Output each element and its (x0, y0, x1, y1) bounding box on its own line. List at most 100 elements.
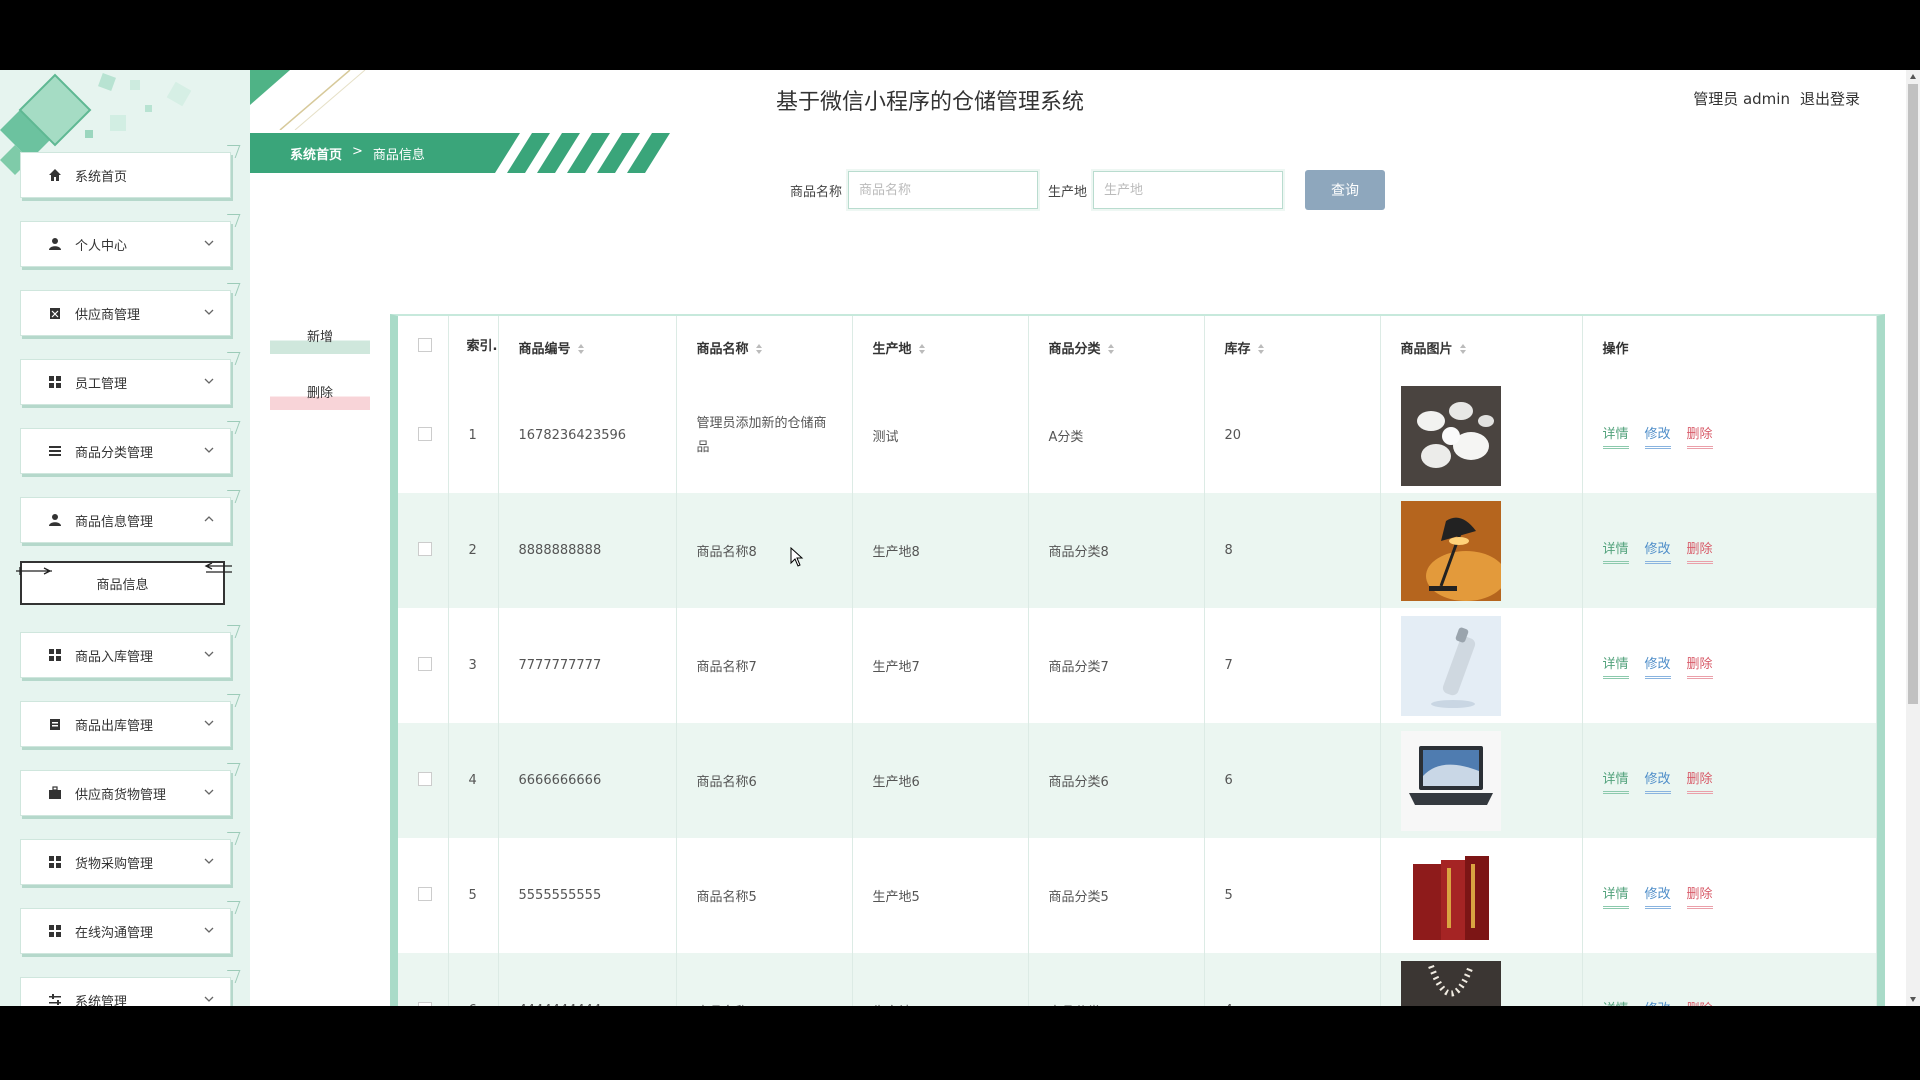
delete-link[interactable]: 删除 (1686, 653, 1713, 679)
app-screen: 系统首页 个人中心 供应商管理 员工管理 商品分类管理 商品信息管理 商品信息 … (0, 70, 1920, 1006)
detail-link[interactable]: 详情 (1602, 883, 1629, 909)
cell-origin: 测试 (852, 378, 1029, 493)
cell-code: 7777777777 (498, 608, 677, 723)
header-origin-cell[interactable]: 生产地 (852, 316, 1029, 378)
delete-link[interactable]: 删除 (1687, 998, 1713, 1007)
add-button[interactable]: 新增 (270, 320, 370, 354)
chevron-down-icon (204, 240, 214, 246)
header-ops: 操作 (1582, 316, 1877, 378)
row-checkbox[interactable] (418, 426, 432, 441)
sidebar-item-system[interactable]: 系统管理 (20, 977, 231, 1006)
origin-input[interactable] (1093, 171, 1284, 209)
cell-origin: 生产地5 (852, 838, 1029, 953)
batch-delete-button[interactable]: 删除 (270, 376, 370, 410)
cell-code: 1678236423596 (498, 378, 677, 493)
header-image-cell[interactable]: 商品图片 (1380, 316, 1583, 378)
scroll-thumb[interactable] (1908, 84, 1918, 704)
edit-link[interactable]: 修改 (1645, 998, 1671, 1007)
sidebar-item-stock-out[interactable]: 商品出库管理 (20, 701, 231, 747)
origin-label: 生产地 (1048, 184, 1088, 200)
page-scrollbar[interactable] (1906, 70, 1920, 1006)
detail-link[interactable]: 详情 (1603, 998, 1629, 1007)
header-code-cell[interactable]: 商品编号 (498, 316, 677, 378)
row-checkbox[interactable] (418, 771, 432, 786)
sidebar-item-personal[interactable]: 个人中心 (20, 221, 231, 267)
product-image-red-books[interactable] (1400, 845, 1501, 946)
sidebar-item-stock-in[interactable]: 商品入库管理 (20, 632, 231, 678)
edit-link[interactable]: 修改 (1644, 883, 1671, 909)
row-select-cell (398, 953, 449, 1006)
product-table: 索引. 商品编号 商品名称 生产地 商品分类 库存 商品图片 操作 1 1678… (390, 314, 1885, 1006)
sidebar-item-home[interactable]: 系统首页 (20, 152, 231, 198)
logout-link[interactable]: 退出登录 (1800, 88, 1860, 109)
row-select-cell (398, 723, 449, 838)
detail-link[interactable]: 详情 (1602, 653, 1629, 679)
sidebar-item-suppliers[interactable]: 供应商管理 (20, 290, 231, 336)
cell-name: 商品名称7 (676, 608, 853, 723)
row-checkbox[interactable] (418, 656, 432, 671)
grid-icon (47, 647, 63, 663)
row-checkbox[interactable] (418, 541, 432, 556)
detail-link[interactable]: 详情 (1602, 538, 1629, 564)
cell-index: 5 (448, 838, 499, 953)
chevron-down-icon (204, 309, 214, 315)
header-category-cell[interactable]: 商品分类 (1028, 316, 1205, 378)
row-select-cell (398, 378, 449, 493)
person-icon (47, 512, 63, 528)
cell-origin: 生产地6 (852, 723, 1029, 838)
scroll-down-icon[interactable] (1909, 995, 1917, 1003)
header-index: 索引. (448, 316, 499, 378)
edit-link[interactable]: 修改 (1644, 653, 1671, 679)
header-name-cell[interactable]: 商品名称 (676, 316, 853, 378)
resize-arrows-icon (16, 567, 52, 575)
product-image-spray-bottle[interactable] (1400, 615, 1501, 716)
sidebar-item-product-info[interactable]: 商品信息管理 (20, 497, 231, 543)
page-title: 基于微信小程序的仓储管理系统 (775, 90, 1084, 115)
delete-link[interactable]: 删除 (1686, 423, 1713, 449)
sidebar-item-purchase[interactable]: 货物采购管理 (20, 839, 231, 885)
sliders-icon (47, 992, 63, 1006)
cell-image (1380, 723, 1583, 838)
breadcrumb-home[interactable]: 系统首页 (290, 144, 342, 163)
sidebar-item-supplier-goods[interactable]: 供应商货物管理 (20, 770, 231, 816)
grid-icon (47, 854, 63, 870)
table-row: 2 8888888888 商品名称8 生产地8 商品分类8 8 详情 修改 删除 (398, 493, 1877, 608)
select-all-checkbox[interactable] (418, 338, 432, 352)
product-image-desk-lamp[interactable] (1400, 500, 1501, 601)
sidebar-item-label: 员工管理 (75, 376, 128, 392)
cell-code: 4444444444 (498, 953, 677, 1006)
sidebar-item-label: 个人中心 (75, 238, 128, 254)
edit-link[interactable]: 修改 (1644, 423, 1671, 449)
sort-icon (1459, 344, 1466, 354)
clipboard-icon (47, 305, 63, 321)
person-icon (47, 236, 63, 252)
query-button[interactable]: 查询 (1305, 170, 1386, 210)
edit-link[interactable]: 修改 (1644, 538, 1671, 564)
cell-stock: 7 (1204, 608, 1381, 723)
row-checkbox[interactable] (418, 886, 432, 901)
detail-link[interactable]: 详情 (1602, 768, 1629, 794)
chevron-down-icon (204, 720, 214, 726)
delete-link[interactable]: 删除 (1686, 883, 1713, 909)
edit-link[interactable]: 修改 (1644, 768, 1671, 794)
header-stock-cell[interactable]: 库存 (1204, 316, 1381, 378)
row-select-cell (398, 493, 449, 608)
scroll-up-icon[interactable] (1909, 73, 1917, 81)
product-image-laptop[interactable] (1400, 730, 1501, 831)
product-name-input[interactable] (848, 171, 1039, 209)
delete-link[interactable]: 删除 (1686, 768, 1713, 794)
user-label: 管理员 admin (1693, 90, 1790, 108)
product-image-white-ceramics[interactable] (1400, 385, 1501, 486)
sidebar-item-chat[interactable]: 在线沟通管理 (20, 908, 231, 954)
sidebar-item-employees[interactable]: 员工管理 (20, 359, 231, 405)
delete-link[interactable]: 删除 (1686, 538, 1713, 564)
cell-ops: 详情修改删除 (1582, 493, 1877, 608)
breadcrumb-separator: > (352, 144, 363, 159)
cell-stock: 5 (1204, 838, 1381, 953)
sidebar-item-label: 供应商货物管理 (75, 787, 167, 803)
product-image-pearl-necklace[interactable] (1400, 960, 1501, 1007)
sort-icon (918, 344, 925, 354)
sidebar-item-label: 商品出库管理 (75, 718, 154, 734)
sidebar-item-category[interactable]: 商品分类管理 (20, 428, 231, 474)
detail-link[interactable]: 详情 (1602, 423, 1629, 449)
